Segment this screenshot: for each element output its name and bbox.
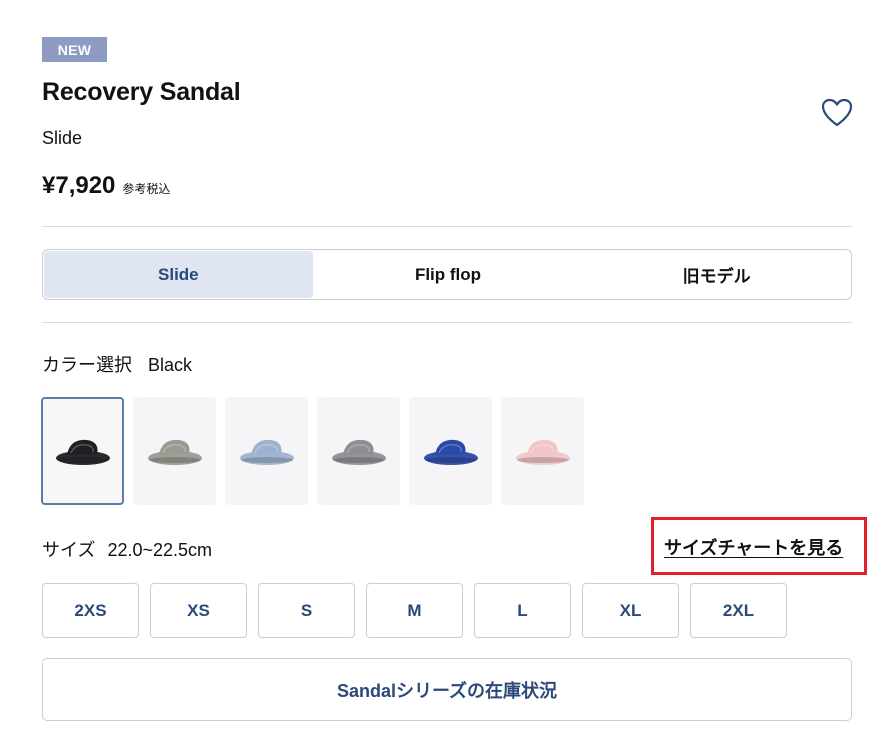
new-badge: NEW <box>42 37 107 62</box>
selected-color: Black <box>148 355 193 375</box>
size-chart-link[interactable]: サイズチャートを見る <box>664 534 843 560</box>
color-swatch[interactable] <box>225 397 308 505</box>
tab-slide[interactable]: Slide <box>44 251 313 298</box>
favorite-button[interactable] <box>820 97 854 129</box>
product-title: Recovery Sandal <box>42 78 241 106</box>
size-option-l[interactable]: L <box>474 583 571 638</box>
size-option-2xs[interactable]: 2XS <box>42 583 139 638</box>
color-swatch[interactable] <box>501 397 584 505</box>
size-option-xl[interactable]: XL <box>582 583 679 638</box>
sandal-black-icon <box>55 439 110 465</box>
stock-status-button[interactable]: Sandalシリーズの在庫状況 <box>42 658 852 721</box>
sandal-gray-icon <box>331 439 386 465</box>
tax-note: 参考税込 <box>122 182 171 196</box>
sandal-pink-icon <box>515 439 570 465</box>
sandal-gray-beige-icon <box>147 439 202 465</box>
size-option-2xl[interactable]: 2XL <box>690 583 787 638</box>
size-option-m[interactable]: M <box>366 583 463 638</box>
color-swatch[interactable] <box>41 397 124 505</box>
color-swatch[interactable] <box>409 397 492 505</box>
sandal-blue-icon <box>423 439 478 465</box>
heart-icon <box>821 98 853 127</box>
tab-flip-flop[interactable]: Flip flop <box>314 250 583 299</box>
divider <box>42 322 852 323</box>
color-selection-label: カラー選択 Black <box>42 351 192 377</box>
color-swatch[interactable] <box>133 397 216 505</box>
size-options: 2XS XS S M L XL 2XL <box>42 583 798 638</box>
color-swatch[interactable] <box>317 397 400 505</box>
color-label-text: カラー選択 <box>42 355 132 375</box>
size-label-text: サイズ <box>42 540 96 560</box>
size-label: サイズ 22.0~22.5cm <box>42 536 212 562</box>
size-option-xs[interactable]: XS <box>150 583 247 638</box>
tab-old-model[interactable]: 旧モデル <box>582 250 851 299</box>
product-subtitle: Slide <box>42 128 83 148</box>
price-row: ¥7,920 参考税込 <box>42 172 170 200</box>
product-price: ¥7,920 <box>42 172 116 199</box>
size-option-s[interactable]: S <box>258 583 355 638</box>
color-swatches <box>41 397 593 505</box>
selected-size-range: 22.0~22.5cm <box>107 540 213 560</box>
model-tabs: Slide Flip flop 旧モデル <box>42 249 852 300</box>
divider <box>42 226 852 227</box>
sandal-light-blue-icon <box>239 439 294 465</box>
